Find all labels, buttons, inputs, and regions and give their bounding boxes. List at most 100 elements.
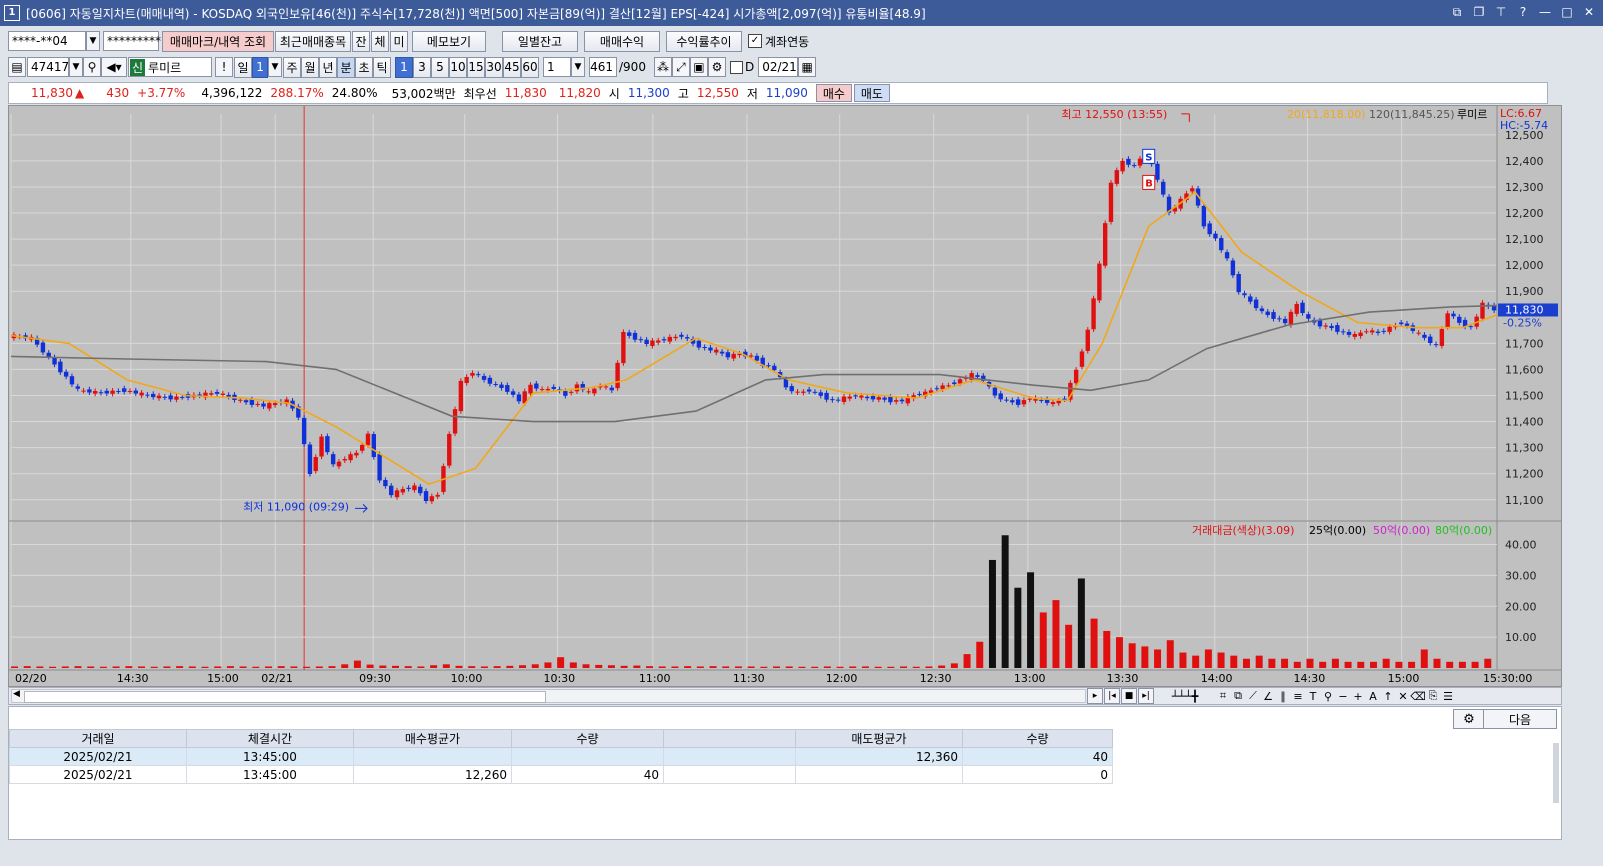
interval-1[interactable]: 1 (395, 56, 413, 78)
table-row[interactable]: 2025/02/21 13:45:00 12,260 40 0 (9, 765, 1113, 784)
table-row[interactable]: 2025/02/21 13:45:00 12,360 40 (9, 747, 1113, 766)
stock-code-input[interactable]: 474170 (27, 57, 77, 77)
eraser-icon[interactable]: ⌫ (1410, 689, 1426, 703)
price-volume-chart[interactable]: 02/20 14:30 15:00 02/21 09:30 10:00 10:30 11:00… (9, 106, 1561, 686)
vertical-scrollbar[interactable] (1553, 743, 1559, 803)
angle-icon[interactable]: ∠ (1261, 689, 1275, 703)
daily-balance-button[interactable]: 일별잔고 (502, 30, 578, 52)
close-icon[interactable]: ✕ (1581, 4, 1597, 20)
account-select[interactable]: ****-**04 (8, 31, 86, 51)
table-settings-icon[interactable]: ⚙ (1453, 709, 1485, 729)
help-icon[interactable]: ? (1515, 4, 1531, 20)
layout-icon[interactable]: ▤ (8, 57, 26, 77)
settings-icon[interactable]: ⚙ (707, 57, 726, 77)
toolbar-symbol: ▤ 474170 ▼ ⚲ ◀▾ 신 루미르 ! 일 1 ▼ 주 월 년 분 초 … (0, 55, 1603, 79)
next-button[interactable]: 다음 (1483, 709, 1557, 729)
unexecuted-button[interactable]: 미 (390, 30, 408, 52)
stop-icon[interactable]: ■ (1121, 688, 1137, 704)
custom-interval-input[interactable]: 1 (543, 57, 571, 77)
candle-body (568, 391, 574, 393)
interval-10[interactable]: 10 (449, 56, 467, 78)
font-icon[interactable]: A (1366, 689, 1380, 703)
scroll-thumb[interactable] (24, 691, 546, 703)
checkbox-checked-icon[interactable]: ✓ (748, 34, 762, 48)
save-icon[interactable]: ▣ (689, 57, 708, 77)
date-input[interactable]: 02/21 (758, 57, 799, 77)
trade-mark-query-button[interactable]: 매매마크/내역 조회 (162, 30, 274, 52)
crosshair-icon[interactable]: ⌗ (1216, 689, 1230, 703)
low-price: 11,090 (765, 86, 808, 100)
candle-body (1404, 323, 1410, 326)
sell-button[interactable]: 매도 (853, 84, 890, 102)
recent-trades-button[interactable]: 최근매매종목 (275, 30, 351, 52)
window-number-icon[interactable]: 1 (4, 5, 20, 21)
scroll-right-icon[interactable]: ▸ (1087, 688, 1103, 704)
maximize-icon[interactable]: □ (1559, 4, 1575, 20)
chart-area[interactable]: 02/20 14:30 15:00 02/21 09:30 10:00 10:30 11:00… (8, 105, 1562, 687)
toolbar-account: ****-**04 ▼ ********* 매매마크/내역 조회 최근매매종목 … (0, 29, 1603, 53)
calendar-icon[interactable]: ▦ (798, 57, 817, 77)
custom-interval-dropdown-icon[interactable]: ▼ (571, 57, 585, 77)
tab-day-count[interactable]: 1 (252, 56, 268, 78)
stock-name-field[interactable]: 신 루미르 (128, 57, 212, 77)
password-field[interactable]: ********* (103, 31, 161, 51)
interval-3[interactable]: 3 (413, 56, 431, 78)
layers-icon[interactable]: ⧉ (1231, 689, 1245, 703)
export-icon[interactable]: ⎘ (1426, 689, 1440, 703)
executed-button[interactable]: 체 (371, 30, 389, 52)
trendline-icon[interactable]: ⟋ (1246, 689, 1260, 703)
copy-window-icon[interactable]: ❐ (1471, 4, 1487, 20)
indicator-icon[interactable]: ⁂ (653, 57, 672, 77)
candle-body (876, 397, 882, 400)
scroll-left-icon[interactable]: ◀ (13, 689, 20, 699)
fibo-icon[interactable]: ≡ (1291, 689, 1305, 703)
volume-bar (607, 665, 615, 668)
zoom-icon[interactable]: ⚲ (1321, 689, 1335, 703)
candle-body (452, 409, 458, 434)
tab-day[interactable]: 일 (234, 56, 252, 78)
minus-icon[interactable]: − (1336, 689, 1350, 703)
buy-button[interactable]: 매수 (815, 84, 852, 102)
code-dropdown-icon[interactable]: ▼ (69, 57, 83, 77)
link-window-icon[interactable]: ⧉ (1449, 4, 1465, 20)
date-checkbox[interactable] (729, 60, 743, 74)
plus-icon[interactable]: + (1351, 689, 1365, 703)
pin-icon[interactable]: ⊤ (1493, 4, 1509, 20)
jump-end-icon[interactable]: ▸| (1138, 688, 1154, 704)
interval-60[interactable]: 60 (521, 56, 539, 78)
zoom-reset-icon[interactable]: ⤢ (671, 57, 690, 77)
data-count-input[interactable]: 461 (589, 57, 617, 77)
trade-profit-button[interactable]: 매매수익 (584, 30, 660, 52)
alert-icon[interactable]: ! (215, 57, 233, 77)
tab-week[interactable]: 주 (283, 56, 301, 78)
interval-15[interactable]: 15 (467, 56, 485, 78)
delete-icon[interactable]: ✕ (1396, 689, 1410, 703)
parallel-icon[interactable]: ∥ (1276, 689, 1290, 703)
balance-button[interactable]: 잔 (352, 30, 370, 52)
jump-start-icon[interactable]: |◂ (1104, 688, 1120, 704)
memo-button[interactable]: 메모보기 (412, 30, 486, 52)
tab-tick[interactable]: 틱 (373, 56, 391, 78)
tab-month[interactable]: 월 (301, 56, 319, 78)
text-tool-icon[interactable]: T (1306, 689, 1320, 703)
volume-bar (176, 666, 184, 668)
speaker-icon[interactable]: ◀▾ (101, 57, 127, 77)
account-dropdown-icon[interactable]: ▼ (86, 31, 100, 51)
volume-bar (138, 666, 145, 668)
arrow-up-icon[interactable]: ↑ (1381, 689, 1395, 703)
tab-year[interactable]: 년 (319, 56, 337, 78)
account-link-checkbox[interactable]: ✓ 계좌연동 (748, 33, 809, 50)
interval-30[interactable]: 30 (485, 56, 503, 78)
return-trend-button[interactable]: 수익률추이 (666, 30, 742, 52)
vol-legend-80: 80억(0.00) (1435, 524, 1492, 537)
interval-5[interactable]: 5 (431, 56, 449, 78)
ruler-icon[interactable]: ┴┴┴╋ (1155, 689, 1215, 703)
tab-second[interactable]: 초 (355, 56, 373, 78)
interval-45[interactable]: 45 (503, 56, 521, 78)
day-count-dropdown-icon[interactable]: ▼ (268, 57, 282, 77)
minimize-icon[interactable]: — (1537, 4, 1553, 20)
chart-settings-icon[interactable]: ☰ (1441, 689, 1455, 703)
horizontal-scrollbar[interactable]: ◀ (11, 689, 1086, 703)
search-icon[interactable]: ⚲ (83, 57, 101, 77)
tab-minute[interactable]: 분 (337, 56, 355, 78)
